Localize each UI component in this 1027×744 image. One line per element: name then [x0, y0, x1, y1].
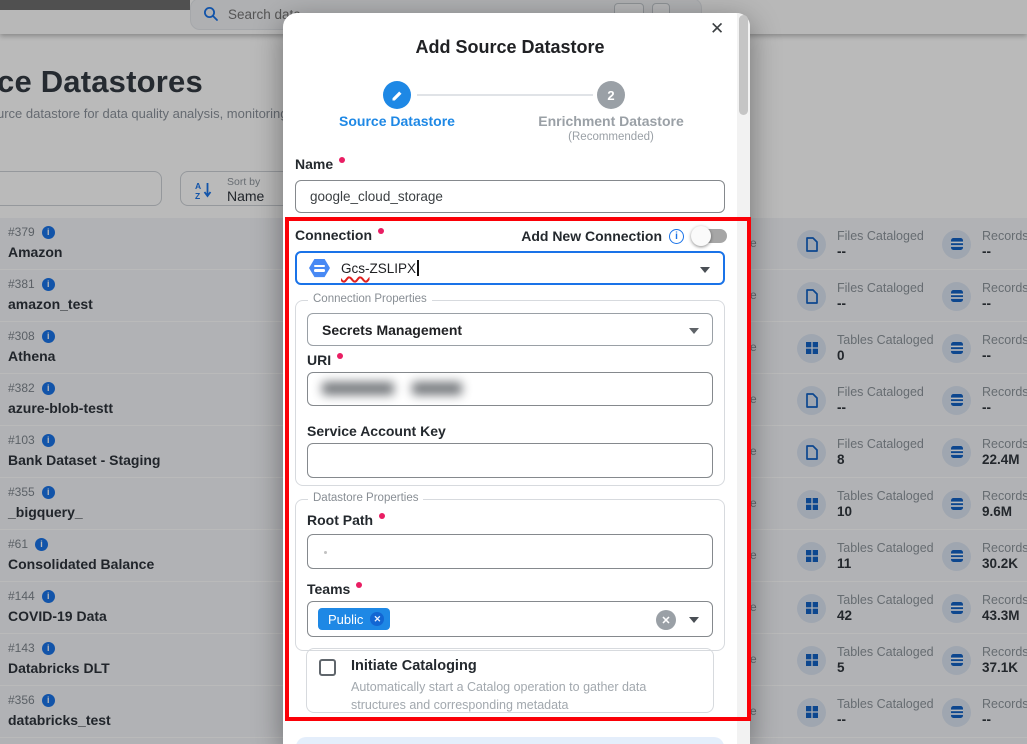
annotation-highlight-box [285, 217, 751, 721]
step2-circle: 2 [597, 81, 625, 109]
step1-label[interactable]: Source Datastore [307, 113, 487, 129]
stepper-connector [417, 94, 593, 96]
step2-sublabel: (Recommended) [521, 131, 701, 143]
close-icon[interactable]: ✕ [710, 19, 724, 39]
name-input[interactable]: google_cloud_storage [295, 180, 725, 213]
required-dot [339, 157, 345, 163]
step1-pencil-icon [383, 81, 411, 109]
scrollbar-thumb[interactable] [739, 15, 748, 115]
modal-title: Add Source Datastore [283, 37, 737, 58]
name-label: Name [295, 156, 345, 172]
step2-label[interactable]: Enrichment Datastore [521, 113, 701, 129]
app-root: ce Datastores urce datastore for data qu… [0, 0, 1027, 744]
info-alert [296, 737, 724, 744]
